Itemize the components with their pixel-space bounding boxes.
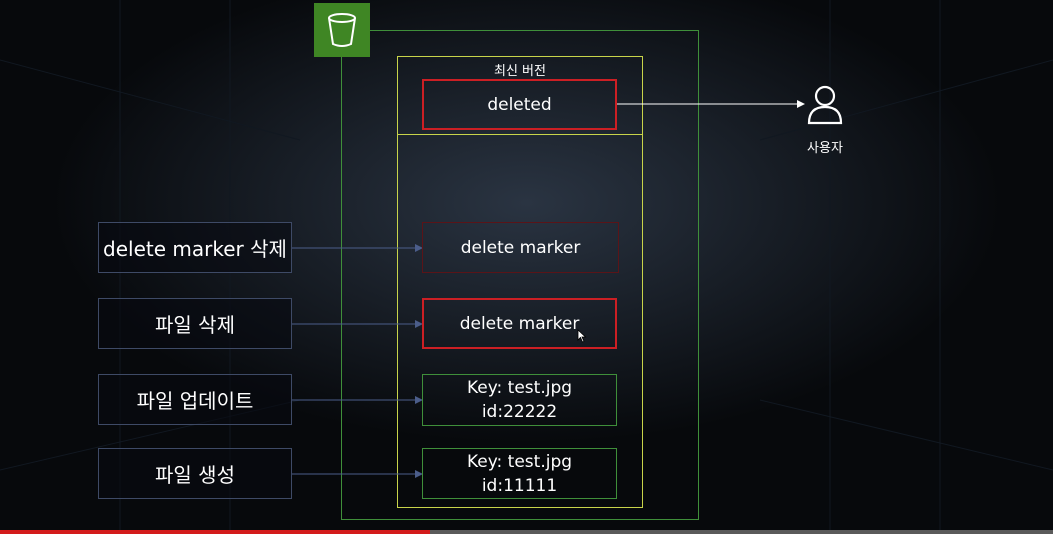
action-label: 파일 생성: [155, 463, 235, 487]
version-id: id:22222: [481, 402, 558, 422]
action-file-update: 파일 업데이트: [98, 374, 292, 425]
action-label: 파일 삭제: [155, 313, 235, 337]
version-id: id:11111: [481, 475, 558, 496]
action-label: 파일 업데이트: [136, 389, 254, 413]
latest-version-box: deleted: [422, 79, 617, 130]
action-delete-marker-delete: delete marker 삭제: [98, 222, 292, 273]
version-line1: delete marker: [459, 313, 580, 334]
user-label: 사용자: [807, 141, 843, 156]
action-label: delete marker 삭제: [103, 237, 287, 261]
version-key: Key: test.jpg: [466, 378, 573, 398]
s3-bucket-icon: [314, 3, 370, 57]
action-file-create: 파일 생성: [98, 448, 292, 499]
user-icon: [807, 85, 843, 125]
latest-version-value: deleted: [487, 94, 552, 115]
latest-version-label: 최신 버전: [494, 64, 546, 79]
version-delete-marker-removed: delete marker: [422, 222, 619, 273]
action-file-delete: 파일 삭제: [98, 298, 292, 349]
version-key: Key: test.jpg: [466, 451, 573, 472]
version-id-22222: Key: test.jpg id:22222: [422, 374, 617, 426]
latest-version-divider: [397, 134, 643, 135]
version-id-11111: Key: test.jpg id:11111: [422, 448, 617, 499]
bucket-icon: [328, 13, 356, 47]
mouse-cursor-icon: [577, 329, 587, 343]
version-line1: delete marker: [460, 237, 581, 258]
version-delete-marker: delete marker: [422, 298, 617, 349]
